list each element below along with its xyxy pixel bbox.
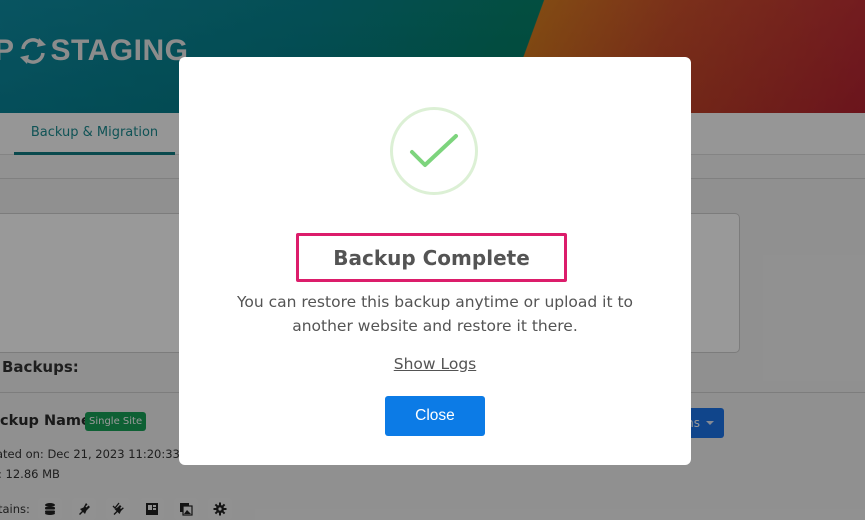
backup-complete-dialog: Backup Complete You can restore this bac… bbox=[179, 57, 691, 465]
show-logs-label[interactable]: Show Logs bbox=[394, 355, 477, 373]
close-button[interactable]: Close bbox=[385, 396, 485, 436]
show-logs-link[interactable]: Show Logs bbox=[179, 355, 691, 373]
success-check-icon bbox=[390, 107, 478, 195]
dialog-message: You can restore this backup anytime or u… bbox=[236, 293, 634, 335]
title-highlight-box: Backup Complete bbox=[296, 233, 567, 282]
dialog-title: Backup Complete bbox=[333, 245, 530, 270]
